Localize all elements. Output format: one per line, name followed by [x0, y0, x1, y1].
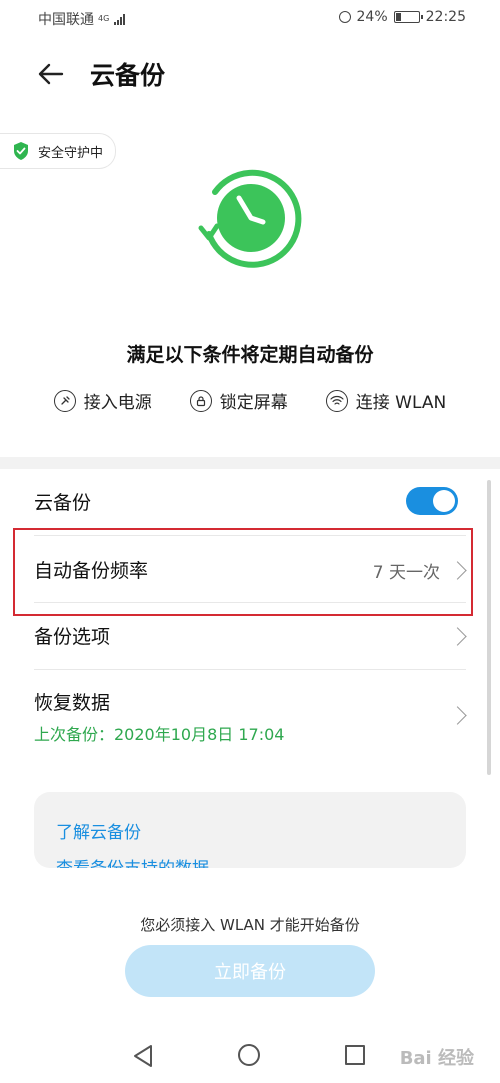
- row-divider: [34, 669, 466, 670]
- lock-icon: [189, 389, 212, 412]
- network-type: 4G: [98, 14, 110, 23]
- section-divider-band: [0, 457, 500, 469]
- signal-icon: [114, 13, 126, 25]
- backup-now-button[interactable]: 立即备份: [125, 945, 375, 997]
- condition-power: 接入电源: [53, 388, 152, 413]
- condition-label: 连接 WLAN: [355, 393, 447, 413]
- alarm-icon: [338, 11, 351, 23]
- system-nav-bar: Bai 经验: [0, 1030, 500, 1083]
- setting-restore-data[interactable]: 恢复数据 上次备份：2020年10月8日 17:04: [34, 688, 467, 744]
- toggle-knob: [433, 490, 455, 512]
- condition-lock: 锁定屏幕: [189, 388, 288, 413]
- view-supported-data-link[interactable]: 查看备份支持的数据: [56, 854, 209, 868]
- shield-check-icon: [14, 142, 28, 160]
- nav-back-icon[interactable]: [132, 1044, 154, 1068]
- power-plug-icon: [53, 389, 76, 412]
- security-badge-label: 安全守护中: [38, 145, 104, 161]
- condition-label: 锁定屏幕: [219, 393, 288, 413]
- last-backup-time: 上次备份：2020年10月8日 17:04: [34, 725, 285, 744]
- setting-label: 恢复数据: [34, 692, 111, 714]
- scrollbar[interactable]: [487, 480, 491, 775]
- carrier-name: 中国联通: [38, 12, 94, 28]
- condition-wlan: 连接 WLAN: [325, 388, 447, 413]
- status-bar: 中国联通 4G 24% 22:25: [0, 0, 500, 34]
- conditions-title: 满足以下条件将定期自动备份: [126, 344, 374, 366]
- setting-backup-options[interactable]: 备份选项: [34, 622, 467, 652]
- app-header: 云备份: [0, 50, 500, 100]
- cloud-backup-toggle[interactable]: [406, 487, 458, 515]
- security-status-badge[interactable]: 安全守护中: [0, 133, 117, 169]
- nav-home-icon[interactable]: [238, 1044, 260, 1066]
- wifi-icon: [325, 389, 348, 412]
- setting-label: 备份选项: [34, 626, 111, 648]
- clock-time: 22:25: [425, 9, 466, 25]
- row-divider: [34, 602, 466, 603]
- battery-fill: [395, 13, 401, 21]
- page-title: 云备份: [90, 61, 166, 90]
- battery-icon: [393, 11, 423, 23]
- setting-label: 云备份: [34, 492, 92, 514]
- learn-cloud-backup-link[interactable]: 了解云备份: [56, 818, 141, 843]
- status-right: 24% 22:25: [338, 9, 466, 25]
- conditions-list: 接入电源 锁定屏幕 连接 WLAN: [0, 388, 500, 413]
- watermark-text: Bai 经验: [399, 1048, 474, 1069]
- condition-label: 接入电源: [83, 393, 152, 413]
- status-left: 中国联通 4G: [38, 9, 126, 29]
- backup-clock-icon: [198, 169, 302, 268]
- setting-cloud-backup[interactable]: 云备份: [34, 488, 466, 515]
- info-card: 了解云备份 查看备份支持的数据: [34, 792, 466, 868]
- battery-percent: 24%: [356, 9, 388, 25]
- back-arrow-icon[interactable]: [34, 58, 66, 90]
- wlan-required-notice: 您必须接入 WLAN 才能开始备份: [140, 916, 360, 934]
- nav-recent-apps-icon[interactable]: [345, 1045, 365, 1065]
